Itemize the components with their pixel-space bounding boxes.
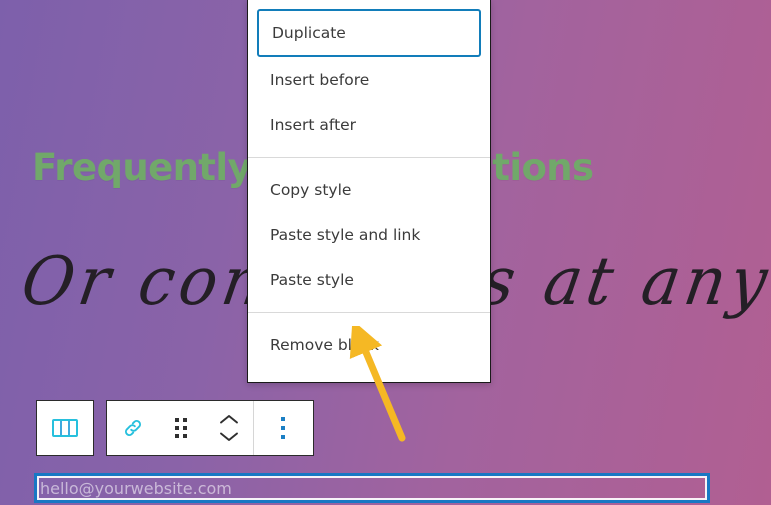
- menu-item-remove-block[interactable]: Remove block: [248, 322, 490, 367]
- block-toolbar: [36, 400, 314, 456]
- move-up-down-chevrons-icon: [219, 414, 239, 442]
- move-block-button[interactable]: [205, 401, 253, 455]
- menu-item-insert-before[interactable]: Insert before: [248, 57, 490, 102]
- chevron-down-icon: [220, 432, 238, 441]
- email-input[interactable]: hello@yourwebsite.com: [34, 473, 710, 503]
- menu-separator: [248, 157, 490, 158]
- link-button[interactable]: [109, 401, 157, 455]
- select-parent-block-button[interactable]: [36, 400, 94, 456]
- menu-item-paste-style[interactable]: Paste style: [248, 257, 490, 302]
- block-toolbar-main-group: [106, 400, 314, 456]
- menu-item-paste-style-and-link[interactable]: Paste style and link: [248, 212, 490, 257]
- drag-handle-icon: [175, 418, 187, 438]
- toolbar-gap: [94, 400, 106, 456]
- block-options-button[interactable]: [253, 401, 311, 455]
- chevron-up-icon: [220, 415, 238, 424]
- editor-canvas: Frequently asked questions Or contact us…: [0, 0, 771, 505]
- email-input-placeholder: hello@yourwebsite.com: [40, 478, 232, 498]
- menu-separator: [248, 312, 490, 313]
- block-options-menu: Duplicate Insert before Insert after Cop…: [247, 0, 491, 383]
- link-icon: [125, 420, 141, 436]
- menu-item-insert-after[interactable]: Insert after: [248, 102, 490, 147]
- drag-handle-button[interactable]: [157, 401, 205, 455]
- more-vertical-icon: [280, 417, 285, 439]
- menu-item-duplicate[interactable]: Duplicate: [257, 9, 481, 57]
- menu-item-copy-style[interactable]: Copy style: [248, 167, 490, 212]
- columns-icon: [52, 419, 78, 437]
